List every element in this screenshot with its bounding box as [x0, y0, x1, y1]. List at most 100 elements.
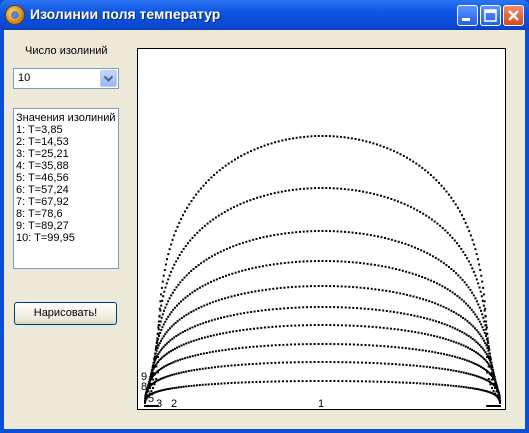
isoline-canvas: 123589 [141, 135, 501, 409]
isoline-point [481, 299, 484, 302]
isoline-point [225, 247, 228, 250]
isoline-point [483, 349, 486, 352]
isoline-point [373, 263, 376, 266]
isoline-point [418, 348, 421, 351]
isoline-point [256, 345, 258, 348]
isoline-point [201, 367, 204, 370]
isoline-point [466, 257, 469, 260]
isoline-count-select[interactable]: 10 [13, 68, 119, 89]
isoline-point [489, 355, 492, 358]
isoline-point [210, 176, 213, 179]
isoline-point [168, 274, 171, 277]
isoline-point [169, 387, 172, 390]
isoline-point [182, 385, 185, 388]
isoline-point [425, 214, 428, 217]
isoline-point [438, 367, 441, 370]
isoline-point [248, 268, 250, 271]
title-bar[interactable]: Изолинии поля температур [0, 0, 529, 30]
isoline-point [263, 326, 266, 329]
isoline-point [446, 231, 449, 234]
draw-button[interactable]: Нарисовать! [14, 302, 117, 325]
isoline-values-list[interactable]: Значения изолиний 1: T=3,85 2: T=14,53 3… [13, 108, 119, 269]
isoline-point [325, 230, 328, 232]
isoline-point [221, 276, 224, 278]
isoline-point [211, 301, 214, 304]
isoline-point [329, 260, 332, 263]
isoline-point [408, 347, 411, 350]
isoline-point [183, 276, 186, 279]
isoline-point [156, 355, 159, 358]
isoline-point [251, 381, 254, 384]
isoline-point [291, 188, 294, 191]
isoline-point [231, 272, 234, 275]
isoline-point [473, 350, 476, 353]
isoline-point [197, 190, 200, 193]
isoline-point [167, 329, 170, 332]
isoline-point [372, 192, 375, 195]
isoline-point [361, 380, 363, 383]
isoline-point [356, 343, 359, 346]
isoline-point [447, 266, 450, 268]
isoline-point [423, 316, 425, 319]
isoline-point [403, 203, 406, 206]
isoline-point [399, 153, 402, 156]
list-item: 4: T=35,88 [16, 160, 69, 172]
isoline-point [251, 267, 254, 270]
isoline-point [285, 361, 288, 364]
isoline-point [367, 308, 370, 310]
isoline-point [193, 369, 196, 372]
isoline-point [472, 243, 475, 246]
maximize-button[interactable] [480, 5, 501, 26]
isoline-point [168, 313, 171, 316]
isoline-point [177, 333, 180, 336]
isoline-point [313, 380, 316, 382]
isoline-point [345, 361, 348, 364]
isoline-point [478, 306, 481, 309]
isoline-point [164, 263, 167, 266]
isoline-point [382, 326, 385, 329]
isoline-point [451, 326, 454, 329]
isoline-point [185, 342, 188, 345]
isoline-point [156, 341, 159, 344]
isoline-point [416, 315, 419, 318]
isoline-point [401, 269, 404, 272]
isoline-point [376, 362, 379, 365]
isoline-point [405, 364, 408, 366]
isoline-point [410, 330, 413, 333]
isoline-point [428, 300, 431, 303]
isoline-point [474, 248, 477, 251]
isoline-point [470, 308, 473, 311]
isoline-point [449, 325, 451, 328]
isoline-point [250, 150, 252, 153]
isoline-point [246, 311, 249, 314]
minimize-button[interactable] [457, 5, 478, 26]
isoline-point [340, 187, 343, 190]
isoline-point [283, 262, 286, 264]
isoline-point [313, 324, 316, 326]
isoline-point [390, 198, 393, 200]
isoline-point [434, 351, 437, 354]
isoline-point [353, 361, 356, 364]
isoline-point [157, 332, 159, 335]
isoline-point [266, 235, 268, 238]
isoline-point [247, 291, 250, 294]
isoline-point [422, 365, 425, 368]
isoline-point [337, 324, 340, 327]
isoline-point [274, 344, 277, 347]
isoline-point [474, 274, 477, 277]
isoline-point [364, 380, 367, 383]
isoline-point [252, 345, 255, 348]
isoline-point [248, 381, 251, 384]
isoline-point [358, 232, 361, 235]
isoline-point [473, 387, 476, 390]
isoline-point [173, 347, 176, 350]
isoline-point [163, 388, 166, 391]
isoline-point [167, 278, 170, 281]
isoline-point [220, 298, 223, 301]
close-button[interactable] [503, 5, 524, 26]
isoline-point [359, 307, 362, 310]
dropdown-button[interactable] [100, 70, 117, 87]
isoline-point [414, 273, 417, 276]
isoline-point [441, 227, 444, 230]
isoline-point [389, 310, 392, 313]
